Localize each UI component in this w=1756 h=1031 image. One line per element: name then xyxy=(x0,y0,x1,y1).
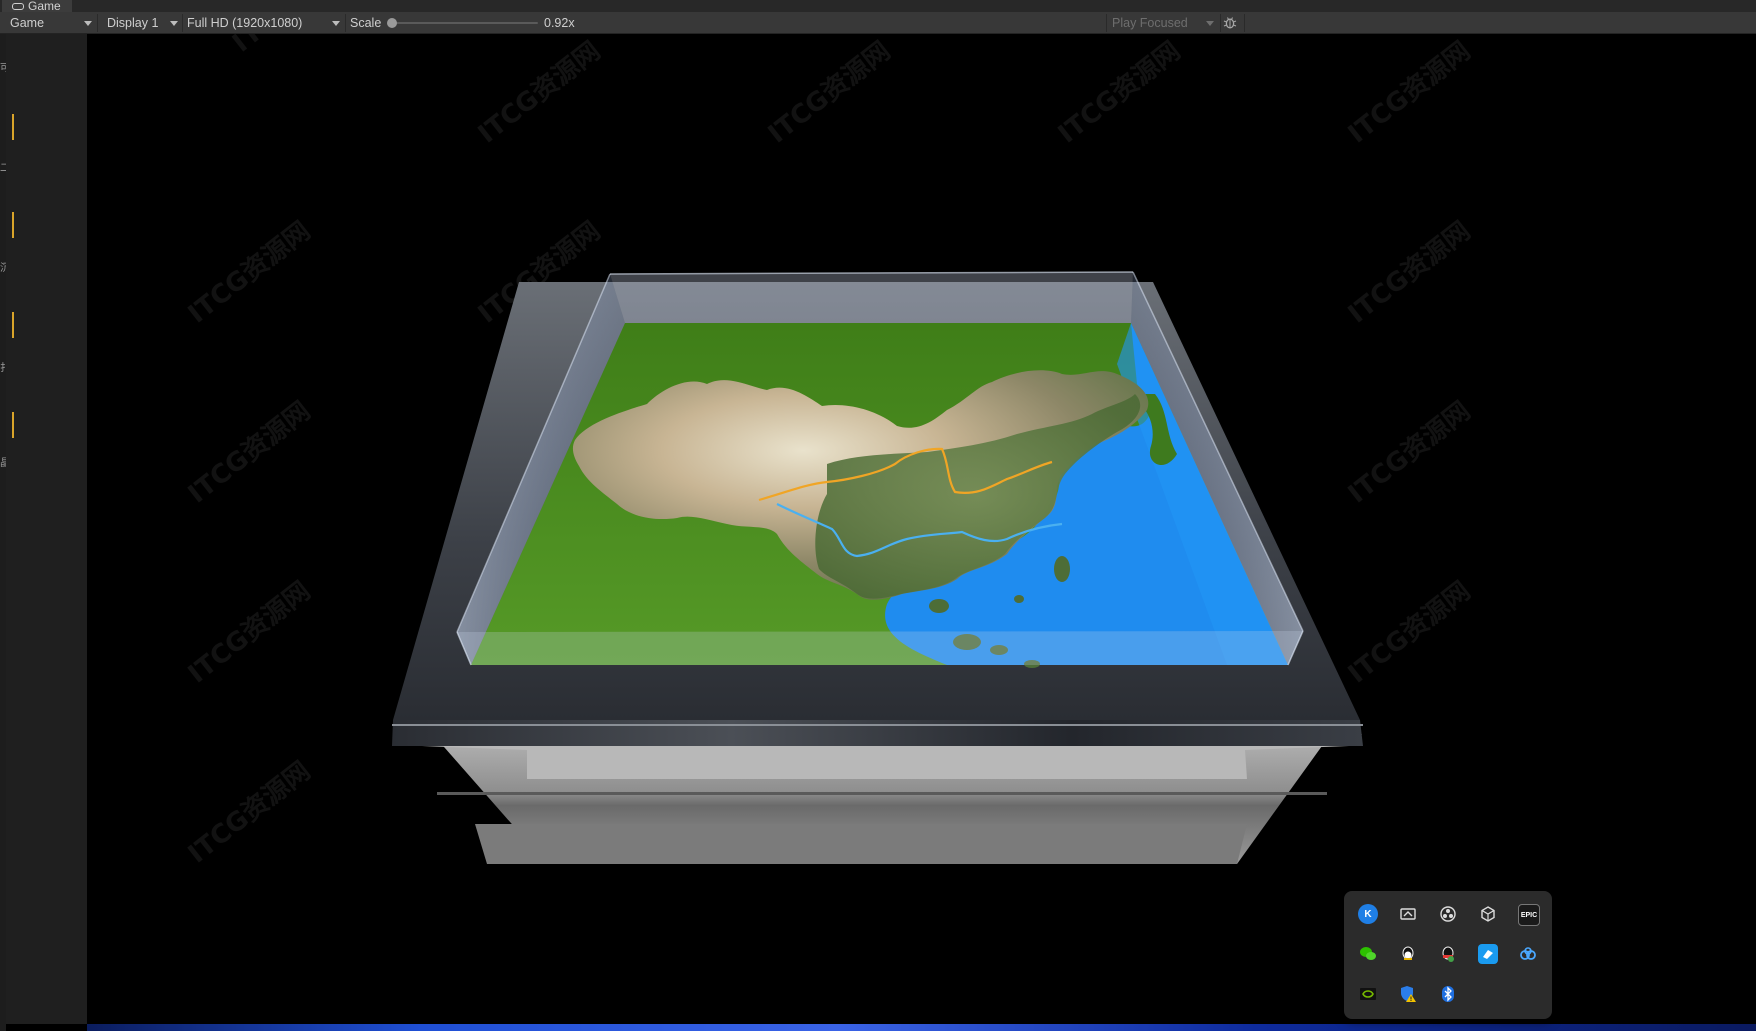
toolbar-divider xyxy=(1244,14,1245,32)
obs-icon[interactable] xyxy=(1438,904,1458,924)
svg-text:ITCG资源网: ITCG资源网 xyxy=(183,216,316,329)
selection-marker xyxy=(12,212,14,238)
taskbar-edge xyxy=(87,1024,1756,1031)
svg-text:ITCG资源网: ITCG资源网 xyxy=(183,576,316,689)
wechat-icon[interactable] xyxy=(1358,944,1378,964)
k-app-icon[interactable]: K xyxy=(1358,904,1378,924)
display-base xyxy=(405,734,1362,864)
scale-value: 0.92x xyxy=(544,16,575,30)
tab-game[interactable]: Game xyxy=(2,0,72,12)
view-select-label: Game xyxy=(10,16,45,30)
qq-icon[interactable] xyxy=(1398,944,1418,964)
display-select-label: Display 1 xyxy=(107,16,159,30)
play-mode-select-label: Play Focused xyxy=(1112,16,1188,30)
toolbar-divider xyxy=(97,14,98,32)
display-select[interactable]: Display 1 xyxy=(107,12,179,34)
chevron-down-icon xyxy=(1206,21,1214,26)
scale-slider[interactable] xyxy=(392,22,538,24)
nvidia-icon[interactable] xyxy=(1358,984,1378,1004)
toolbar-divider xyxy=(182,14,183,32)
resolution-select-label: Full HD (1920x1080) xyxy=(187,16,303,30)
security-warning-icon[interactable] xyxy=(1398,984,1418,1004)
svg-text:ITCG资源网: ITCG资源网 xyxy=(763,36,896,149)
bluetooth-icon[interactable] xyxy=(1438,984,1458,1004)
debug-button[interactable] xyxy=(1222,12,1240,34)
unity-icon[interactable] xyxy=(1478,904,1498,924)
k-app-label: K xyxy=(1364,908,1372,920)
toolbar-divider xyxy=(345,14,346,32)
svg-text:ITCG资源网: ITCG资源网 xyxy=(1343,216,1476,329)
svg-text:ITCG资源网: ITCG资源网 xyxy=(183,756,316,869)
svg-text:ITCG资源网: ITCG资源网 xyxy=(473,36,606,149)
selection-marker xyxy=(12,412,14,438)
svg-text:ITCG资源网: ITCG资源网 xyxy=(1053,36,1186,149)
qq-alt-icon[interactable] xyxy=(1438,944,1458,964)
bug-icon xyxy=(1223,17,1237,29)
epic-games-icon[interactable]: EPIC xyxy=(1518,904,1540,926)
chevron-down-icon xyxy=(332,21,340,26)
svg-text:ITCG资源网: ITCG资源网 xyxy=(1343,576,1476,689)
game-view-side-panel xyxy=(6,34,87,1024)
watermark-text: ITCG资源网 xyxy=(227,34,366,58)
chevron-down-icon xyxy=(84,21,92,26)
game-viewport[interactable]: ITCG资源网 ITCG资源网 ITCG资源网 ITCG资源网 ITCG资源网 … xyxy=(87,34,1756,1024)
selection-marker xyxy=(12,312,14,338)
chevron-down-icon xyxy=(170,21,178,26)
view-select[interactable]: Game xyxy=(10,12,94,34)
tab-game-label: Game xyxy=(28,0,61,13)
scale-slider-handle[interactable] xyxy=(387,18,397,28)
remote-desktop-icon[interactable] xyxy=(1398,904,1418,924)
baidu-netdisk-icon[interactable] xyxy=(1518,944,1538,964)
game-view-toolbar: Game Display 1 Full HD (1920x1080) Scale… xyxy=(0,12,1756,34)
svg-text:ITCG资源网: ITCG资源网 xyxy=(183,396,316,509)
epic-games-label: EPIC xyxy=(1520,911,1538,919)
selection-marker xyxy=(12,114,14,140)
toolbar-divider xyxy=(1106,14,1107,32)
resolution-select[interactable]: Full HD (1920x1080) xyxy=(187,12,343,34)
toolbar-divider xyxy=(1220,14,1221,32)
svg-text:ITCG资源网: ITCG资源网 xyxy=(1343,396,1476,509)
map-display-scene: ITCG资源网 ITCG资源网 ITCG资源网 ITCG资源网 ITCG资源网 … xyxy=(183,34,1476,870)
svg-text:ITCG资源网: ITCG资源网 xyxy=(1343,36,1476,149)
system-tray-overflow: K EPIC xyxy=(1344,891,1552,1019)
feishu-icon[interactable] xyxy=(1478,944,1498,964)
tab-strip: Game xyxy=(0,0,1756,12)
unity-editor-window: Game Game Display 1 Full HD (1920x1080) … xyxy=(0,0,1756,1031)
gamepad-icon xyxy=(12,2,24,10)
scale-label: Scale xyxy=(350,16,382,30)
play-mode-select[interactable]: Play Focused xyxy=(1112,12,1216,34)
